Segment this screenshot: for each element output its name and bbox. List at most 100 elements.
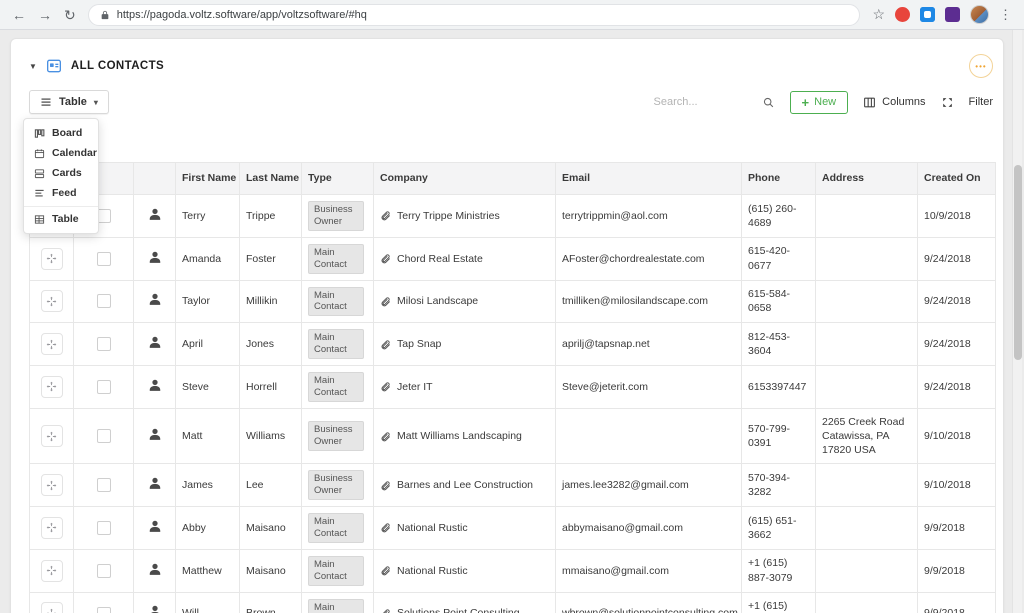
- company-cell: National Rustic: [373, 506, 556, 550]
- column-header-last-name[interactable]: Last Name: [239, 162, 302, 195]
- person-icon: [149, 563, 160, 575]
- row-checkbox[interactable]: [96, 379, 111, 394]
- company-name[interactable]: Milosi Landscape: [397, 294, 478, 308]
- company-name[interactable]: National Rustic: [397, 564, 468, 578]
- type-badge: Main Contact: [308, 598, 364, 613]
- column-header-phone[interactable]: Phone: [741, 162, 816, 195]
- row-checkbox[interactable]: [96, 563, 111, 578]
- menu-item-cards[interactable]: Cards: [24, 163, 98, 183]
- address-cell: [815, 463, 918, 508]
- column-header-created-on[interactable]: Created On: [917, 162, 996, 195]
- table-row[interactable]: Taylor Millikin Main Contact Milosi Land…: [29, 279, 996, 324]
- drag-handle[interactable]: [40, 425, 63, 447]
- forward-button[interactable]: →: [38, 8, 52, 22]
- row-checkbox[interactable]: [96, 337, 111, 352]
- menu-item-feed[interactable]: Feed: [24, 183, 98, 203]
- table-row[interactable]: April Jones Main Contact Tap Snap aprilj…: [29, 322, 996, 366]
- table-icon: [34, 214, 45, 224]
- email-cell: wbrown@solutionpointconsulting.com: [555, 591, 742, 613]
- move-icon: [47, 608, 56, 613]
- checkbox-cell: [73, 236, 134, 281]
- column-header-type[interactable]: Type: [301, 162, 374, 195]
- new-button[interactable]: + New: [789, 90, 849, 114]
- drag-handle[interactable]: [40, 516, 63, 539]
- view-selector-button[interactable]: Table ▾: [29, 90, 109, 114]
- view-dropdown-menu: Board Calendar Cards Feed Table: [23, 118, 99, 234]
- vertical-scrollbar[interactable]: [1012, 30, 1022, 613]
- last-name-cell: Foster: [239, 236, 302, 281]
- filter-button[interactable]: Filter: [969, 96, 993, 108]
- avatar-cell: [133, 322, 176, 366]
- company-name[interactable]: Solutions Point Consulting: [397, 606, 520, 613]
- menu-item-board[interactable]: Board: [24, 123, 98, 143]
- column-header-first-name[interactable]: First Name: [175, 162, 240, 195]
- extension-icon-red[interactable]: [895, 7, 910, 22]
- company-cell: Milosi Landscape: [373, 279, 556, 324]
- row-checkbox[interactable]: [96, 478, 111, 493]
- drag-handle[interactable]: [40, 474, 63, 497]
- columns-button[interactable]: Columns: [863, 96, 926, 109]
- column-header-avatar: [133, 162, 176, 195]
- email-cell: tmilliken@milosilandscape.com: [555, 279, 742, 324]
- search-input[interactable]: [653, 96, 754, 108]
- extension-icon-purple[interactable]: [945, 7, 960, 22]
- company-name[interactable]: Chord Real Estate: [397, 252, 483, 266]
- table-row[interactable]: Matt Williams Business Owner Matt Willia…: [29, 407, 996, 465]
- checkbox-cell: [73, 591, 134, 613]
- column-header-email[interactable]: Email: [555, 162, 742, 195]
- table-row[interactable]: Terry Trippe Business Owner Terry Trippe…: [29, 194, 996, 238]
- table-row[interactable]: Amanda Foster Main Contact Chord Real Es…: [29, 236, 996, 281]
- profile-avatar[interactable]: [970, 5, 989, 24]
- drag-handle[interactable]: [40, 290, 63, 313]
- table-row[interactable]: Matthew Maisano Main Contact National Ru…: [29, 548, 996, 593]
- drag-cell: [29, 322, 74, 366]
- row-checkbox[interactable]: [96, 294, 111, 309]
- extension-icon-blue[interactable]: [920, 7, 935, 22]
- person-icon: [149, 336, 160, 348]
- drag-handle[interactable]: [40, 602, 63, 613]
- company-link-icon: [381, 382, 390, 392]
- first-name-cell: Taylor: [175, 279, 240, 324]
- company-name[interactable]: Terry Trippe Ministries: [397, 209, 500, 223]
- more-options-button[interactable]: •••: [969, 54, 993, 78]
- type-badge: Main Contact: [308, 329, 364, 359]
- menu-item-calendar[interactable]: Calendar: [24, 143, 98, 163]
- row-checkbox[interactable]: [96, 606, 111, 613]
- table-row[interactable]: Steve Horrell Main Contact Jeter IT Stev…: [29, 365, 996, 409]
- company-name[interactable]: Jeter IT: [397, 380, 433, 394]
- bookmark-star-icon[interactable]: ☆: [872, 6, 885, 23]
- scrollbar-thumb[interactable]: [1014, 165, 1022, 360]
- drag-handle[interactable]: [40, 559, 63, 582]
- expand-icon[interactable]: [941, 96, 954, 109]
- drag-handle[interactable]: [40, 375, 63, 398]
- company-link-icon: [381, 566, 390, 576]
- search-icon[interactable]: [762, 96, 775, 109]
- avatar-cell: [133, 365, 176, 409]
- table-row[interactable]: Will Brown Main Contact Solutions Point …: [29, 591, 996, 613]
- drag-handle[interactable]: [40, 247, 63, 270]
- back-button[interactable]: ←: [12, 8, 26, 22]
- created-on-cell: 9/24/2018: [917, 365, 996, 409]
- company-name[interactable]: Matt Williams Landscaping: [397, 429, 522, 443]
- row-checkbox[interactable]: [96, 521, 111, 535]
- email-cell: Steve@jeterit.com: [555, 365, 742, 409]
- column-header-address[interactable]: Address: [815, 162, 918, 195]
- collapse-caret-icon[interactable]: ▼: [29, 62, 37, 71]
- url-bar[interactable]: https://pagoda.voltz.software/app/voltzs…: [87, 3, 861, 26]
- company-name[interactable]: Barnes and Lee Construction: [397, 478, 533, 492]
- person-icon: [151, 606, 158, 613]
- menu-item-table[interactable]: Table: [24, 206, 98, 229]
- table-row[interactable]: Abby Maisano Main Contact National Rusti…: [29, 506, 996, 550]
- drag-handle[interactable]: [40, 333, 63, 356]
- company-name[interactable]: Tap Snap: [397, 337, 441, 351]
- refresh-button[interactable]: ↻: [64, 8, 76, 22]
- column-header-company[interactable]: Company: [373, 162, 556, 195]
- checkbox-cell: [73, 279, 134, 324]
- table-row[interactable]: James Lee Business Owner Barnes and Lee …: [29, 463, 996, 508]
- email-cell: james.lee3282@gmail.com: [555, 463, 742, 508]
- row-checkbox[interactable]: [96, 251, 111, 266]
- company-name[interactable]: National Rustic: [397, 521, 468, 535]
- browser-menu-icon[interactable]: ⋮: [999, 7, 1012, 23]
- row-checkbox[interactable]: [96, 429, 111, 444]
- type-cell: Main Contact: [301, 591, 374, 613]
